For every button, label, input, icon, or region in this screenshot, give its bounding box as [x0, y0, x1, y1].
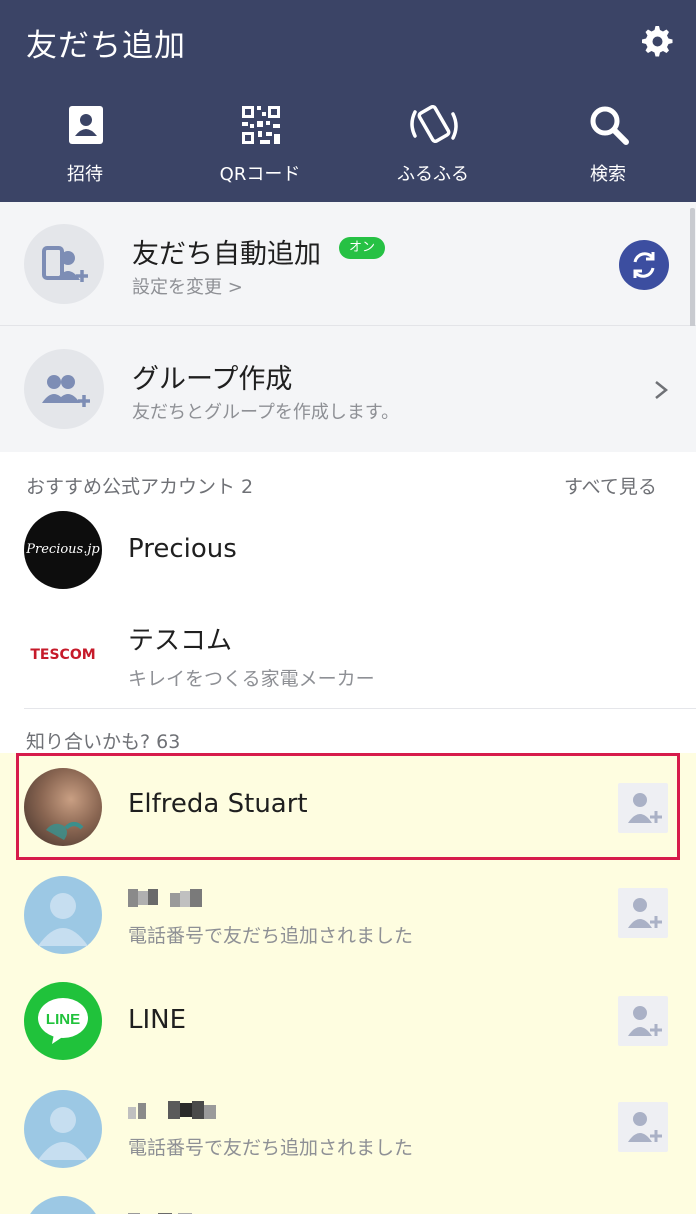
avatar [24, 876, 102, 954]
account-name: Precious [128, 534, 237, 564]
add-friend-button[interactable] [618, 1102, 668, 1152]
line-logo-icon: LINE [24, 982, 102, 1060]
gear-icon[interactable] [636, 20, 676, 60]
nav-qr-code-label: QRコード [219, 164, 301, 185]
friend-added-note: 電話番号で友だち追加されました [128, 1137, 414, 1159]
nav-shake-label: ふるふる [397, 164, 469, 185]
suggested-heading: 知り合いかも? 63 [26, 731, 181, 753]
app-header: 友だち追加 招待 QRコード ふるふる 検索 [0, 0, 696, 202]
avatar [24, 1090, 102, 1168]
group-add-icon [24, 349, 104, 429]
divider [24, 708, 696, 709]
sync-button[interactable] [619, 240, 669, 290]
create-group-subtitle: 友だちとグループを作成します。 [132, 402, 400, 423]
nav-invite-label: 招待 [67, 164, 103, 185]
avatar: Precious.jp [24, 511, 102, 589]
tescom-logo: TESCOM [24, 616, 102, 694]
person-add-icon [628, 1006, 662, 1036]
auto-add-title: 友だち自動追加 [132, 239, 321, 270]
nav-search-label: 検索 [590, 164, 626, 185]
nav-shake[interactable]: ふるふる [363, 98, 503, 194]
account-name: テスコム [128, 626, 233, 656]
account-description: キレイをつくる家電メーカー [128, 668, 375, 690]
phone-person-add-icon [24, 224, 104, 304]
search-icon [590, 106, 629, 145]
see-all-link[interactable]: すべて見る [564, 472, 657, 499]
blurred-name [128, 887, 204, 909]
qr-code-icon [242, 106, 280, 144]
status-badge: オン [339, 237, 385, 259]
highlight-box [16, 753, 680, 860]
person-add-icon [628, 898, 662, 928]
page-title: 友だち追加 [26, 28, 186, 64]
recommended-heading: おすすめ公式アカウント 2 [26, 476, 254, 498]
contact-book-icon [69, 106, 103, 144]
friend-name: LINE [128, 1005, 187, 1035]
create-group-row[interactable] [0, 326, 696, 452]
chevron-right-icon[interactable] [650, 376, 672, 404]
create-group-title: グループ作成 [132, 364, 293, 395]
friend-added-note: 電話番号で友だち追加されました [128, 925, 414, 947]
person-add-icon [628, 1112, 662, 1142]
sync-icon [633, 252, 655, 278]
nav-search[interactable]: 検索 [538, 98, 678, 194]
auto-add-row[interactable] [0, 202, 696, 326]
nav-invite[interactable]: 招待 [15, 98, 155, 194]
add-friend-button[interactable] [618, 996, 668, 1046]
add-friend-button[interactable] [618, 888, 668, 938]
auto-add-settings-link[interactable]: 設定を変更 > [132, 273, 243, 299]
blurred-name [128, 1206, 208, 1214]
svg-text:LINE: LINE [46, 1011, 80, 1028]
shake-phone-icon [410, 104, 458, 144]
blurred-name [128, 1099, 218, 1121]
nav-qr-code[interactable]: QRコード [190, 98, 330, 194]
